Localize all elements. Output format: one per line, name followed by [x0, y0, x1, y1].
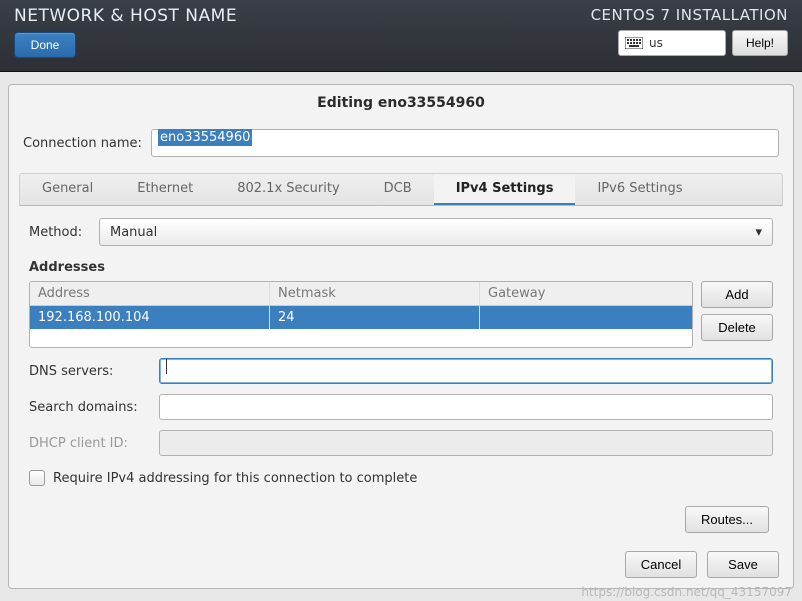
installer-title: CENTOS 7 INSTALLATION — [591, 6, 788, 24]
tab-ethernet[interactable]: Ethernet — [115, 174, 215, 205]
search-domains-input[interactable] — [159, 394, 773, 420]
page-title: NETWORK & HOST NAME — [14, 6, 237, 26]
cell-address: 192.168.100.104 — [30, 306, 270, 329]
method-select[interactable]: Manual ▾ — [99, 218, 773, 246]
keyboard-layout-label: us — [649, 36, 663, 50]
done-button[interactable]: Done — [14, 32, 76, 58]
settings-tabs: General Ethernet 802.1x Security DCB IPv… — [19, 173, 783, 206]
ipv4-panel: Method: Manual ▾ Addresses Address Netma… — [9, 206, 793, 537]
chevron-down-icon: ▾ — [755, 225, 762, 240]
keyboard-layout-indicator[interactable]: us — [618, 30, 726, 56]
cancel-button[interactable]: Cancel — [625, 551, 697, 578]
keyboard-icon — [625, 37, 643, 49]
add-address-button[interactable]: Add — [701, 281, 773, 308]
tab-general[interactable]: General — [20, 174, 115, 205]
address-row[interactable]: 192.168.100.104 24 — [30, 306, 692, 329]
search-domains-label: Search domains: — [29, 400, 151, 415]
col-gateway: Gateway — [480, 282, 692, 305]
cell-netmask: 24 — [270, 306, 480, 329]
connection-name-input[interactable]: eno33554960 — [151, 129, 779, 157]
tab-8021x-security[interactable]: 802.1x Security — [215, 174, 361, 205]
tab-ipv4-settings[interactable]: IPv4 Settings — [434, 174, 576, 205]
dns-servers-input[interactable] — [159, 358, 773, 384]
col-address: Address — [30, 282, 270, 305]
delete-address-button[interactable]: Delete — [701, 314, 773, 341]
dialog-title: Editing eno33554960 — [9, 85, 793, 125]
edit-connection-dialog: Editing eno33554960 Connection name: eno… — [8, 84, 794, 589]
address-empty-row[interactable] — [30, 329, 692, 347]
watermark: https://blog.csdn.net/qq_43157097 — [581, 585, 792, 599]
help-button[interactable]: Help! — [732, 30, 788, 56]
dhcp-client-id-label: DHCP client ID: — [29, 436, 151, 451]
col-netmask: Netmask — [270, 282, 480, 305]
require-ipv4-label: Require IPv4 addressing for this connect… — [53, 471, 417, 486]
dhcp-client-id-input — [159, 430, 773, 456]
tab-dcb[interactable]: DCB — [362, 174, 434, 205]
save-button[interactable]: Save — [707, 551, 779, 578]
dns-servers-label: DNS servers: — [29, 364, 151, 379]
addresses-table[interactable]: Address Netmask Gateway 192.168.100.104 … — [29, 281, 693, 348]
method-value: Manual — [110, 225, 157, 240]
top-bar: NETWORK & HOST NAME Done CENTOS 7 INSTAL… — [0, 0, 802, 72]
connection-name-label: Connection name: — [23, 136, 151, 151]
connection-name-value: eno33554960 — [158, 129, 252, 146]
routes-button[interactable]: Routes... — [685, 506, 769, 533]
method-label: Method: — [29, 225, 89, 240]
addresses-heading: Addresses — [29, 260, 773, 275]
tab-ipv6-settings[interactable]: IPv6 Settings — [575, 174, 704, 205]
require-ipv4-checkbox[interactable] — [29, 470, 45, 486]
cell-gateway — [480, 306, 692, 329]
